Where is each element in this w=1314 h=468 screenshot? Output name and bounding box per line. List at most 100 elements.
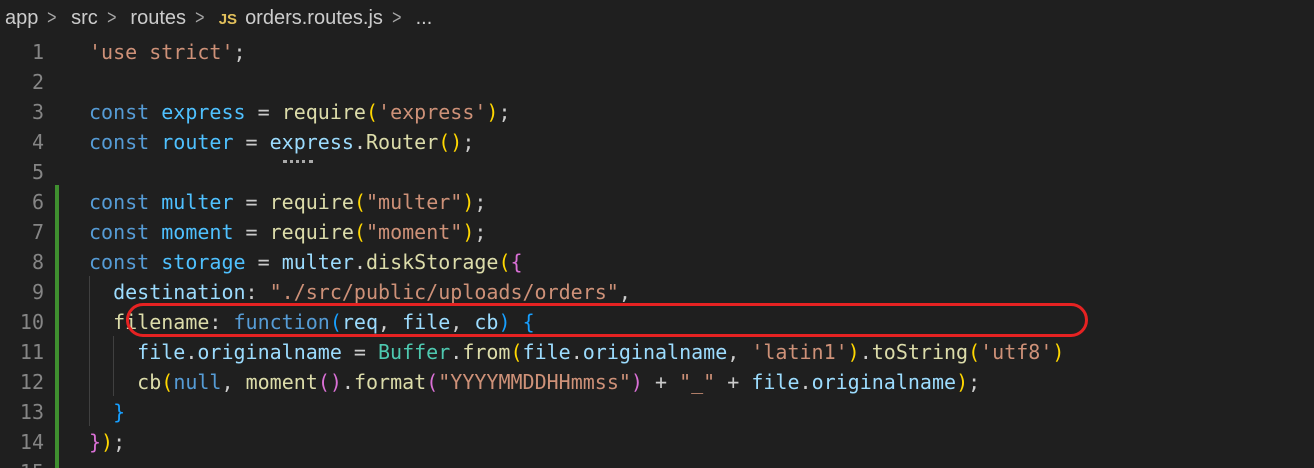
code-token: . — [859, 340, 872, 364]
code-token: . — [353, 130, 366, 154]
code-token: const — [89, 100, 150, 124]
code-token: from — [462, 340, 511, 364]
code-token: multer — [161, 190, 234, 214]
code-token: ) — [956, 370, 969, 394]
code-token: ; — [474, 190, 487, 214]
code-text: const multer = require("multer"); — [89, 187, 486, 217]
code-token: ; — [233, 40, 246, 64]
code-token: file — [751, 370, 800, 394]
code-token: require — [269, 220, 354, 244]
code-line-6[interactable]: 6 const multer = require("multer"); — [0, 187, 1314, 217]
line-number: 14 — [19, 430, 44, 454]
code-token: ) — [630, 370, 643, 394]
code-token: ( — [353, 190, 366, 214]
code-line-12[interactable]: 12 cb(null, moment().format("YYYYMMDDHHm… — [0, 367, 1314, 397]
code-token: + — [642, 370, 680, 394]
code-line-4[interactable]: 4 const router = express.Router(); — [0, 127, 1314, 157]
line-number: 6 — [31, 190, 44, 214]
code-token: . — [450, 340, 463, 364]
code-token: file — [137, 340, 186, 364]
chevron-right-icon: > — [195, 6, 205, 29]
code-token: , — [618, 280, 631, 304]
code-line-13[interactable]: 13 } — [0, 397, 1314, 427]
code-editor[interactable]: 1'use strict'; 2 3 const express = require(… — [0, 36, 1314, 468]
code-token: ( — [498, 250, 511, 274]
chevron-right-icon: > — [392, 6, 402, 29]
breadcrumb-item-routes[interactable]: routes — [125, 7, 186, 30]
code-token: = — [233, 220, 270, 244]
code-token: = — [233, 190, 270, 214]
line-number: 10 — [19, 310, 44, 334]
code-token: format — [353, 370, 427, 394]
code-token: const — [89, 250, 150, 274]
code-token: const — [89, 220, 150, 244]
code-token: 'use strict' — [89, 40, 234, 64]
code-token: = — [245, 250, 282, 274]
breadcrumb-item-app[interactable]: app — [0, 7, 38, 30]
line-number: 3 — [31, 100, 44, 124]
code-token: ( — [161, 370, 174, 394]
code-token: null — [173, 370, 222, 394]
code-line-2[interactable]: 2 — [0, 67, 1314, 97]
code-token: } — [113, 400, 126, 424]
code-token: diskStorage — [365, 250, 499, 274]
code-token: 'latin1' — [751, 340, 848, 364]
breadcrumb: app > src > routes > JS orders.routes.js … — [0, 0, 1314, 36]
code-token: Router — [365, 130, 439, 154]
code-token: ) — [1052, 340, 1065, 364]
code-line-8[interactable]: 8 const storage = multer.diskStorage({ — [0, 247, 1314, 277]
line-number: 12 — [19, 370, 44, 394]
code-line-5[interactable]: 5 — [0, 157, 1314, 187]
breadcrumb-item-src[interactable]: src — [66, 7, 98, 30]
breadcrumb-item-file[interactable]: JS orders.routes.js — [214, 7, 383, 30]
code-token: "./src/public/uploads/orders" — [269, 280, 619, 304]
code-text: const moment = require("moment"); — [89, 217, 486, 247]
code-token: () — [438, 130, 463, 154]
code-text: } — [89, 397, 125, 427]
code-line-14[interactable]: 14}); — [0, 427, 1314, 457]
code-token: ) — [462, 220, 475, 244]
chevron-right-icon: > — [47, 6, 57, 29]
code-token: ) — [486, 100, 499, 124]
code-line-11[interactable]: 11 file.originalname = Buffer.from(file.… — [0, 337, 1314, 367]
code-token: = — [341, 340, 379, 364]
code-token: storage — [161, 250, 246, 274]
code-token: originalname — [197, 340, 342, 364]
code-token: "multer" — [365, 190, 463, 214]
code-token: . — [341, 370, 354, 394]
breadcrumb-item-symbol[interactable]: ... — [411, 7, 433, 30]
code-text: const express = require('express'); — [89, 97, 511, 127]
code-line-7[interactable]: 7 const moment = require("moment"); — [0, 217, 1314, 247]
line-number: 5 — [31, 160, 44, 184]
code-token: ( — [353, 220, 366, 244]
chevron-right-icon: > — [106, 6, 117, 29]
code-token: ; — [113, 430, 126, 454]
code-line-3[interactable]: 3 const express = require('express'); — [0, 97, 1314, 127]
code-text: file.originalname = Buffer.from(file.ori… — [89, 337, 1064, 367]
code-token: multer — [281, 250, 354, 274]
code-text: }); — [89, 427, 125, 457]
code-token: = — [245, 100, 282, 124]
breadcrumb-file-label: orders.routes.js — [245, 6, 383, 29]
highlighted-line-outline — [126, 303, 1088, 337]
code-token: require — [269, 190, 354, 214]
code-token: file — [522, 340, 571, 364]
code-token: () — [317, 370, 342, 394]
code-token: { — [510, 250, 523, 274]
code-token: originalname — [811, 370, 957, 394]
code-token: "_" — [679, 370, 716, 394]
code-text: const router = express.Router(); — [89, 127, 474, 157]
code-token: express — [269, 130, 354, 154]
line-number: 15 — [0, 457, 44, 468]
code-token: ; — [462, 130, 475, 154]
code-line-15[interactable]: 15 — [0, 457, 1314, 468]
code-token: ; — [498, 100, 511, 124]
code-line-1[interactable]: 1 'use strict'; — [0, 37, 1314, 67]
